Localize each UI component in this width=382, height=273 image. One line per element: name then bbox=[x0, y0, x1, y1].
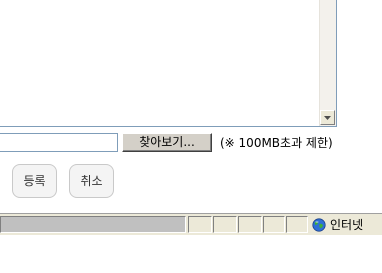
vertical-scrollbar[interactable] bbox=[319, 0, 336, 126]
security-zone-pane[interactable]: 인터넷 bbox=[309, 216, 382, 233]
cancel-button[interactable]: 취소 bbox=[69, 164, 114, 198]
status-pane-3 bbox=[238, 216, 262, 233]
status-pane-1 bbox=[188, 216, 212, 233]
status-pane-2 bbox=[213, 216, 237, 233]
size-limit-note: (※ 100MB초과 제한) bbox=[220, 136, 333, 150]
file-path-input[interactable] bbox=[0, 133, 118, 152]
status-pane-5 bbox=[286, 216, 308, 233]
message-textarea[interactable] bbox=[0, 0, 337, 127]
status-bar: 인터넷 bbox=[0, 213, 382, 235]
scroll-down-button[interactable] bbox=[320, 110, 335, 125]
status-progress-pane bbox=[0, 216, 186, 233]
globe-icon bbox=[312, 217, 326, 232]
arrow-down-icon bbox=[324, 115, 331, 120]
status-pane-4 bbox=[263, 216, 285, 233]
register-button[interactable]: 등록 bbox=[12, 164, 57, 198]
browser-page: 찾아보기... (※ 100MB초과 제한) 등록 취소 인터넷 bbox=[0, 0, 382, 273]
browse-button[interactable]: 찾아보기... bbox=[122, 133, 212, 152]
zone-label: 인터넷 bbox=[330, 217, 364, 232]
